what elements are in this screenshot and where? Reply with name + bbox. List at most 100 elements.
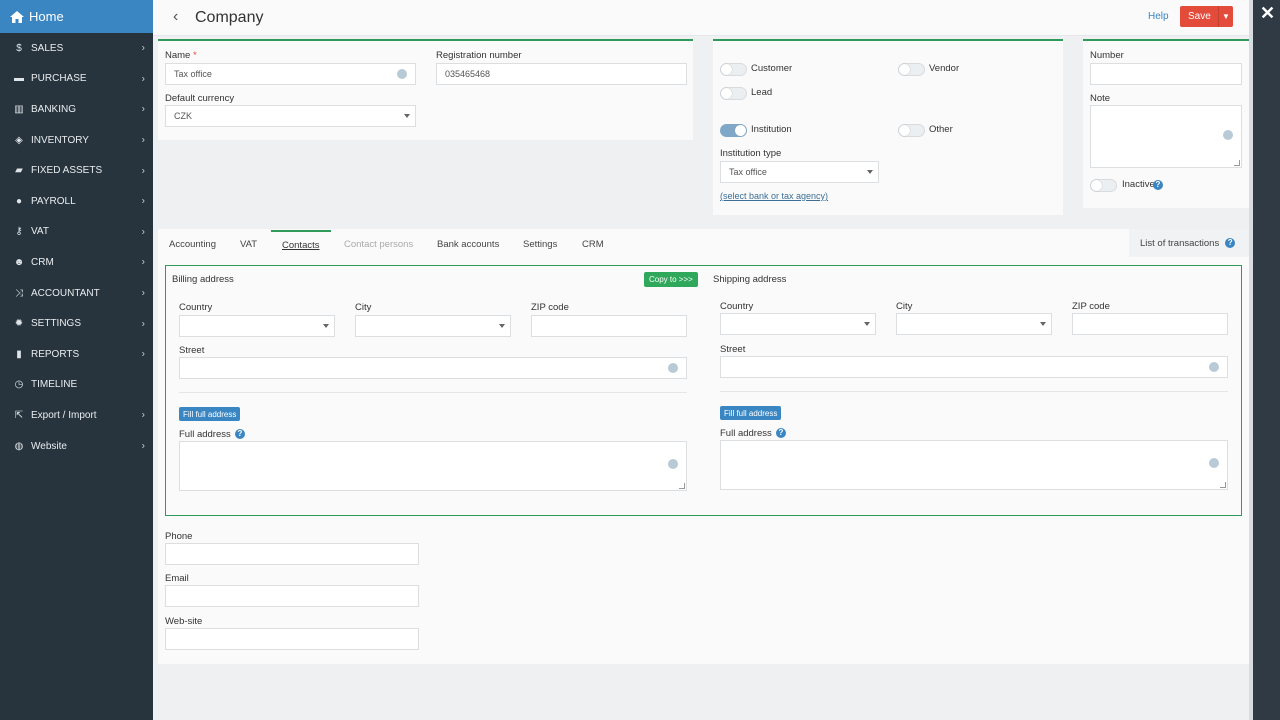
name-input[interactable]: Tax office	[165, 63, 416, 85]
sidebar-item-label: TIMELINE	[31, 379, 78, 391]
dropdown-arrow-icon	[864, 322, 870, 326]
inactive-toggle[interactable]	[1090, 179, 1117, 192]
sidebar-item-accountant[interactable]: ⤨ ACCOUNTANT ›	[0, 278, 153, 309]
billing-city-select[interactable]	[355, 315, 511, 337]
dropdown-arrow-icon	[404, 114, 410, 118]
chevron-right-icon: ›	[141, 348, 145, 360]
sidebar-item-fixed-assets[interactable]: ▰ FIXED ASSETS ›	[0, 155, 153, 186]
sidebar-item-label: CRM	[31, 256, 54, 268]
globe-icon[interactable]	[1209, 362, 1219, 372]
sidebar-item-website[interactable]: ◍ Website ›	[0, 431, 153, 462]
tab-settings[interactable]: Settings	[523, 230, 557, 258]
tab-contact-persons[interactable]: Contact persons	[344, 230, 413, 258]
tab-contacts[interactable]: Contacts	[271, 230, 331, 258]
institution-toggle[interactable]	[720, 124, 747, 137]
list-of-transactions-button[interactable]: List of transactions?	[1129, 229, 1249, 257]
billing-fill-full-address-button[interactable]: Fill full address	[179, 407, 241, 421]
sidebar-item-inventory[interactable]: ◈ INVENTORY ›	[0, 125, 153, 156]
globe-icon[interactable]	[1209, 458, 1219, 468]
other-label: Other	[929, 124, 953, 135]
billing-city-label: City	[355, 302, 372, 313]
tab-accounting[interactable]: Accounting	[169, 230, 216, 258]
shipping-address-title: Shipping address	[713, 274, 787, 285]
billing-street-input[interactable]	[179, 357, 687, 379]
help-link[interactable]: Help	[1148, 11, 1169, 22]
customer-toggle[interactable]	[720, 63, 747, 76]
lead-toggle[interactable]	[720, 87, 747, 100]
institution-type-select[interactable]: Tax office	[720, 161, 879, 183]
note-label: Note	[1090, 93, 1111, 104]
back-arrow-icon[interactable]: ‹	[173, 8, 178, 26]
caret-down-icon[interactable]: ▼	[1218, 6, 1233, 27]
shipping-street-input[interactable]	[720, 356, 1228, 378]
tab-bar: Accounting VAT Contacts Contact persons …	[158, 230, 1249, 258]
registration-number-input[interactable]: 035465468	[436, 63, 687, 85]
tab-crm[interactable]: CRM	[582, 230, 604, 258]
shipping-fill-full-address-button[interactable]: Fill full address	[720, 406, 782, 420]
sidebar-item-crm[interactable]: ☻ CRM ›	[0, 247, 153, 278]
sidebar-item-settings[interactable]: ✹ SETTINGS ›	[0, 308, 153, 339]
dropdown-arrow-icon	[499, 324, 505, 328]
vendor-label: Vendor	[929, 63, 960, 74]
dropdown-arrow-icon	[323, 324, 329, 328]
sidebar-item-purchase[interactable]: ▬ PURCHASE ›	[0, 64, 153, 95]
info-icon[interactable]: ?	[776, 428, 786, 438]
dollar-icon: $	[16, 42, 22, 54]
sidebar-item-timeline[interactable]: ◷ TIMELINE	[0, 370, 153, 401]
lead-label: Lead	[751, 87, 773, 98]
billing-country-label: Country	[179, 302, 213, 313]
users-icon: ☻	[13, 256, 25, 268]
sidebar-item-sales[interactable]: $ SALES ›	[0, 33, 153, 64]
address-section: Billing address Copy to >>> Country City…	[165, 265, 1242, 516]
globe-icon: ◍	[14, 440, 24, 452]
shipping-zip-input[interactable]	[1072, 313, 1228, 335]
billing-country-select[interactable]	[179, 315, 335, 337]
number-input[interactable]	[1090, 63, 1242, 85]
copy-to-button[interactable]: Copy to >>>	[644, 272, 698, 287]
shipping-full-address-textarea[interactable]	[720, 440, 1228, 490]
email-input[interactable]	[165, 585, 419, 607]
sidebar-home[interactable]: Home	[0, 0, 153, 33]
other-toggle[interactable]	[898, 124, 925, 137]
phone-input[interactable]	[165, 543, 419, 565]
sidebar-item-reports[interactable]: ▮ REPORTS ›	[0, 339, 153, 370]
info-icon[interactable]: ?	[1153, 180, 1163, 190]
home-icon	[10, 10, 24, 23]
sidebar-item-banking[interactable]: ▥ BANKING ›	[0, 94, 153, 125]
sidebar-item-label: PURCHASE	[31, 73, 87, 85]
cart-icon: ▬	[14, 73, 24, 85]
sidebar-item-vat[interactable]: ⚷ VAT ›	[0, 217, 153, 248]
sidebar-item-label: SALES	[31, 42, 64, 54]
info-icon[interactable]: ?	[1225, 238, 1236, 248]
sidebar-item-payroll[interactable]: ● PAYROLL ›	[0, 186, 153, 217]
billing-zip-input[interactable]	[531, 315, 687, 337]
chevron-right-icon: ›	[141, 165, 145, 177]
globe-icon[interactable]	[1223, 130, 1233, 140]
car-icon: ▰	[15, 165, 23, 177]
header-bar: ‹ Company Help Save ▼	[153, 0, 1249, 36]
divider	[179, 392, 687, 393]
tab-bank-accounts[interactable]: Bank accounts	[437, 230, 499, 258]
globe-icon[interactable]	[668, 363, 678, 373]
chevron-right-icon: ›	[141, 195, 145, 207]
shipping-country-select[interactable]	[720, 313, 876, 335]
default-currency-select[interactable]: CZK	[165, 105, 416, 127]
shipping-city-select[interactable]	[896, 313, 1052, 335]
save-button[interactable]: Save ▼	[1180, 6, 1233, 27]
dropdown-arrow-icon	[1040, 322, 1046, 326]
website-input[interactable]	[165, 628, 419, 650]
institution-label: Institution	[751, 124, 792, 135]
default-currency-label: Default currency	[165, 93, 235, 104]
close-icon[interactable]: ✕	[1260, 3, 1275, 24]
select-bank-or-tax-agency-link[interactable]: (select bank or tax agency)	[720, 191, 828, 201]
globe-icon[interactable]	[668, 459, 678, 469]
sidebar-item-label: Export / Import	[31, 409, 97, 421]
chevron-right-icon: ›	[141, 42, 145, 54]
billing-full-address-textarea[interactable]	[179, 441, 687, 491]
info-icon[interactable]: ?	[235, 429, 245, 439]
globe-icon[interactable]	[397, 69, 407, 79]
sidebar-item-export-import[interactable]: ⇱ Export / Import ›	[0, 400, 153, 431]
tab-vat[interactable]: VAT	[240, 230, 257, 258]
note-textarea[interactable]	[1090, 105, 1242, 168]
vendor-toggle[interactable]	[898, 63, 925, 76]
